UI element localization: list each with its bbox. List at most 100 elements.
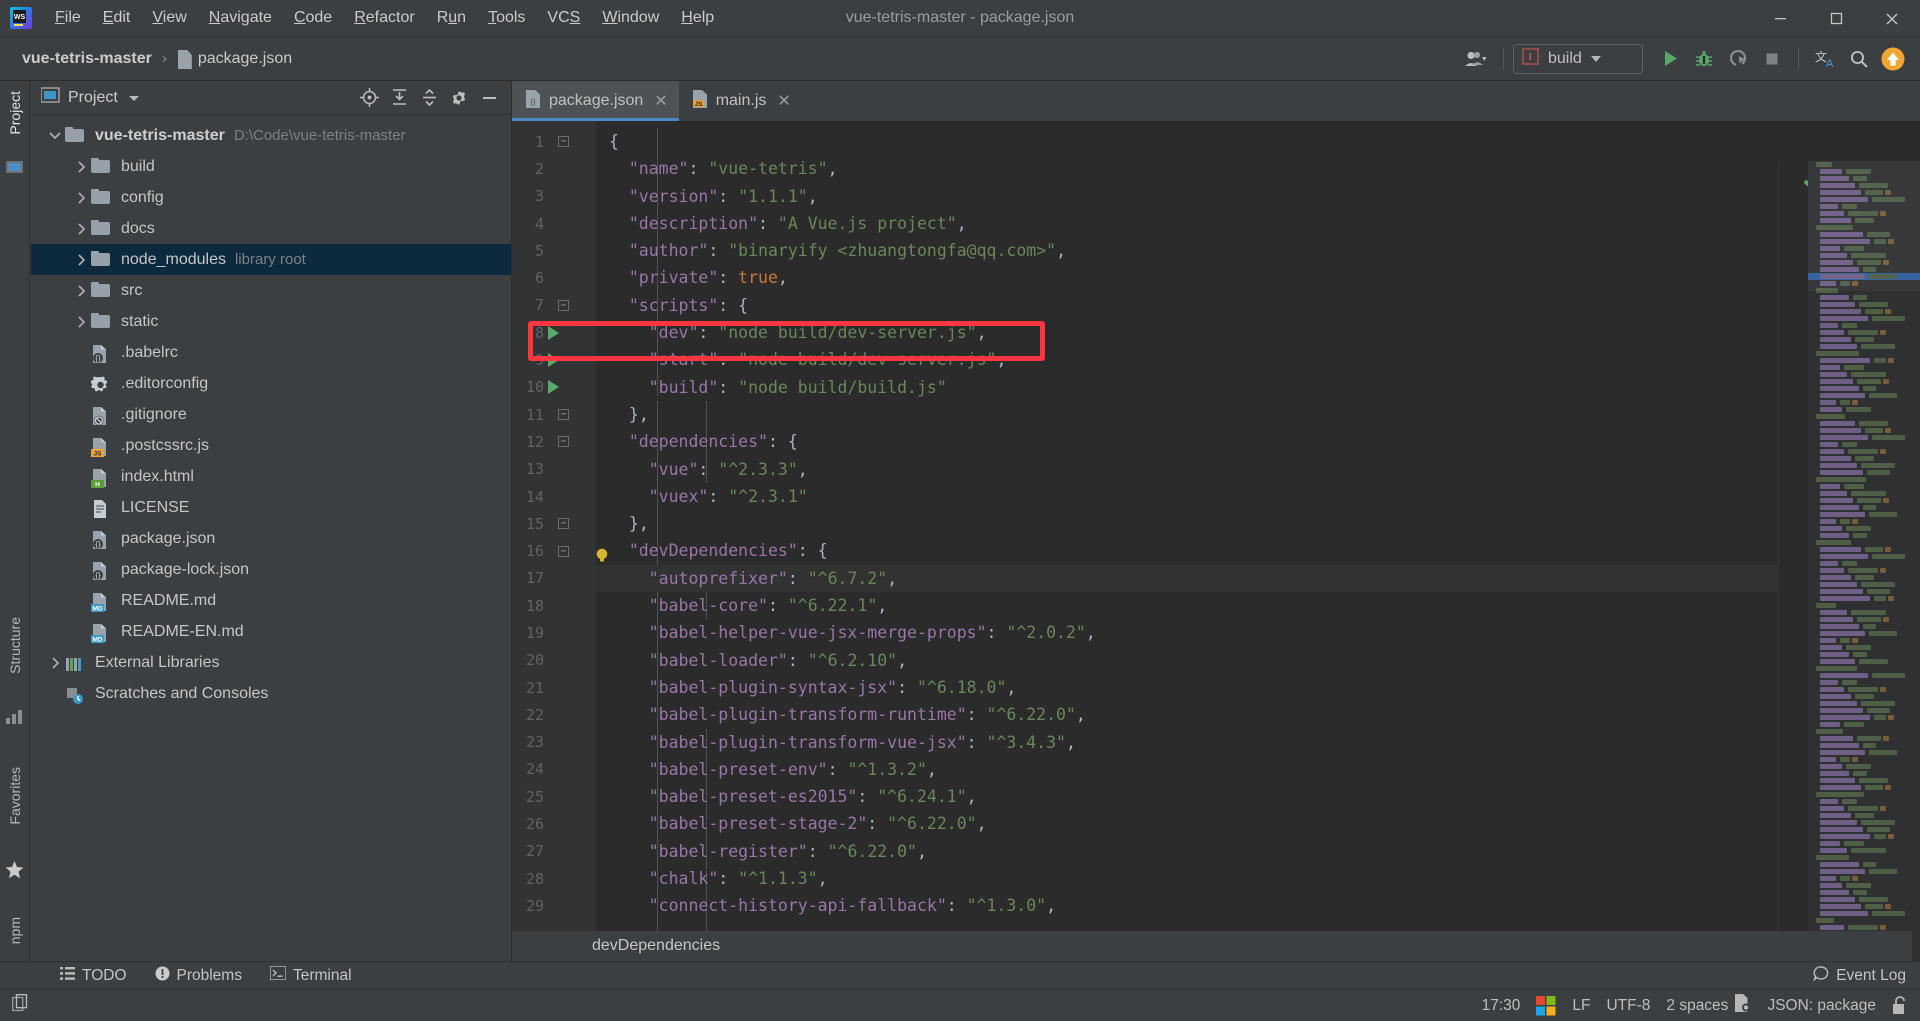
tab-problems[interactable]: Problems xyxy=(141,966,256,986)
code-line[interactable]: "vuex": "^2.3.1" xyxy=(596,483,1920,510)
code-line[interactable]: "babel-register": "^6.22.0", xyxy=(596,838,1920,865)
copy-icon[interactable] xyxy=(12,994,29,1017)
gutter-line[interactable]: 6 xyxy=(512,264,596,291)
code-line[interactable]: "autoprefixer": "^6.7.2", xyxy=(596,564,1920,593)
gutter-line[interactable]: 26 xyxy=(512,810,596,837)
project-tree[interactable]: vue-tetris-master D:\Code\vue-tetris-mast… xyxy=(31,115,511,709)
gutter-line[interactable]: 21 xyxy=(512,674,596,701)
tree-item-vue-tetris-master[interactable]: vue-tetris-master D:\Code\vue-tetris-mast… xyxy=(31,120,511,151)
code-line[interactable]: "scripts": { xyxy=(596,292,1920,319)
maximize-button[interactable] xyxy=(1808,0,1864,37)
code-line[interactable]: "babel-helper-vue-jsx-merge-props": "^2.… xyxy=(596,619,1920,646)
editor-minimap[interactable] xyxy=(1808,161,1920,961)
line-separator-indicator[interactable]: LF xyxy=(1572,997,1590,1015)
gutter-line[interactable]: 13 xyxy=(512,456,596,483)
gutter-line[interactable]: 28 xyxy=(512,865,596,892)
menu-item-file[interactable]: File xyxy=(44,6,92,30)
select-opened-file-button[interactable] xyxy=(355,84,383,112)
schema-selector-indicator[interactable]: JSON: package xyxy=(1767,997,1876,1015)
tree-item-node-modules[interactable]: node_modules library root xyxy=(31,244,511,275)
search-everywhere-button[interactable] xyxy=(1842,42,1876,76)
code-line[interactable]: }, xyxy=(596,401,1920,428)
indent-setting-indicator[interactable]: 2 spaces xyxy=(1666,994,1751,1017)
file-encoding-indicator[interactable]: UTF-8 xyxy=(1606,997,1650,1015)
code-line[interactable]: "dependencies": { xyxy=(596,428,1920,455)
hide-panel-button[interactable] xyxy=(475,84,503,112)
minimize-button[interactable] xyxy=(1752,0,1808,37)
fold-open-icon[interactable]: − xyxy=(558,436,569,448)
tree-item-gitignore[interactable]: .gitignore xyxy=(31,399,511,430)
breadcrumb-item-file[interactable]: {} package.json xyxy=(173,48,296,70)
gutter-line[interactable]: 2 xyxy=(512,155,596,182)
tree-item-scratches-and-consoles[interactable]: Scratches and Consoles xyxy=(31,678,511,709)
sidebar-item-npm[interactable]: npm xyxy=(0,911,30,950)
fold-close-icon[interactable]: − xyxy=(558,518,569,530)
gutter-line[interactable]: 9 xyxy=(512,346,596,373)
chevron-right-icon[interactable] xyxy=(71,160,91,173)
code-line[interactable]: "vue": "^2.3.3", xyxy=(596,456,1920,483)
translate-button[interactable]: 文 A xyxy=(1808,42,1842,76)
code-line[interactable]: "private": true, xyxy=(596,264,1920,291)
chevron-right-icon[interactable] xyxy=(71,253,91,266)
code-line[interactable]: "author": "binaryify <zhuangtongfa@qq.co… xyxy=(596,237,1920,264)
code-line[interactable]: "devDependencies": { xyxy=(596,537,1920,564)
close-icon[interactable]: ✕ xyxy=(777,91,790,111)
chevron-right-icon[interactable] xyxy=(71,222,91,235)
run-with-coverage-button[interactable] xyxy=(1721,42,1755,76)
fold-close-icon[interactable]: − xyxy=(558,409,569,421)
gutter-line[interactable]: 3 xyxy=(512,183,596,210)
tree-item-build[interactable]: build xyxy=(31,151,511,182)
gear-icon[interactable] xyxy=(445,84,473,112)
code-editor[interactable]: 1−2 3 4 5 6 7−8 9 10 11−12−13 14 15−16−17 18 19 20 21 2… xyxy=(512,121,1920,961)
menu-item-vcs[interactable]: VCS xyxy=(536,6,591,30)
gutter-line[interactable]: 10 xyxy=(512,374,596,401)
collapse-all-button[interactable] xyxy=(415,84,443,112)
gutter-line[interactable]: 17 xyxy=(512,565,596,592)
tab-package-json[interactable]: {} package.json ✕ xyxy=(512,81,679,121)
fold-open-icon[interactable]: − xyxy=(558,136,569,148)
gutter-line[interactable]: 15 − xyxy=(512,510,596,537)
tab-terminal[interactable]: Terminal xyxy=(256,965,366,985)
gutter-line[interactable]: 18 xyxy=(512,592,596,619)
breadcrumb-item-project[interactable]: vue-tetris-master xyxy=(18,48,156,70)
code-line[interactable]: "babel-plugin-transform-vue-jsx": "^3.4.… xyxy=(596,729,1920,756)
editor-gutter[interactable]: 1−2 3 4 5 6 7−8 9 10 11−12−13 14 15−16−17 18 19 20 21 2… xyxy=(512,121,596,961)
code-line[interactable]: "chalk": "^1.1.3", xyxy=(596,865,1920,892)
code-line[interactable]: "babel-core": "^6.22.1", xyxy=(596,592,1920,619)
chevron-down-icon[interactable] xyxy=(128,89,140,107)
close-button[interactable] xyxy=(1864,0,1920,37)
menu-item-edit[interactable]: Edit xyxy=(92,6,142,30)
fold-open-icon[interactable]: − xyxy=(558,545,569,557)
menu-item-navigate[interactable]: Navigate xyxy=(198,6,283,30)
chevron-down-icon[interactable] xyxy=(45,131,65,140)
run-script-icon[interactable] xyxy=(548,325,559,340)
sidebar-item-structure[interactable]: Structure xyxy=(0,611,30,680)
gutter-line[interactable]: 16 − xyxy=(512,537,596,564)
expand-all-button[interactable] xyxy=(385,84,413,112)
windows-logo-icon[interactable] xyxy=(1536,995,1556,1016)
tree-item-readme-en-md[interactable]: MD README-EN.md xyxy=(31,616,511,647)
tree-item-babelrc[interactable]: {} .babelrc xyxy=(31,337,511,368)
chevron-right-icon[interactable] xyxy=(71,315,91,328)
menu-item-view[interactable]: View xyxy=(141,6,197,30)
run-button[interactable] xyxy=(1653,42,1687,76)
code-content[interactable]: { "name": "vue-tetris", "version": "1.1.… xyxy=(596,121,1920,961)
code-line[interactable]: "connect-history-api-fallback": "^1.3.0"… xyxy=(596,892,1920,919)
gutter-line[interactable]: 29 xyxy=(512,892,596,919)
menu-item-refactor[interactable]: Refactor xyxy=(343,6,425,30)
tree-item-package-json[interactable]: {} package.json xyxy=(31,523,511,554)
gutter-line[interactable]: 12 − xyxy=(512,428,596,455)
gutter-line[interactable]: 20 xyxy=(512,647,596,674)
code-line[interactable]: "babel-preset-es2015": "^6.24.1", xyxy=(596,783,1920,810)
code-line[interactable]: "start": "node build/dev-server.js", xyxy=(596,346,1920,373)
gutter-line[interactable]: 14 xyxy=(512,483,596,510)
gutter-line[interactable]: 1− xyxy=(512,128,596,155)
code-line[interactable]: "dev": "node build/dev-server.js", xyxy=(596,319,1920,346)
code-line[interactable]: "babel-preset-stage-2": "^6.22.0", xyxy=(596,810,1920,837)
gutter-line[interactable]: 11 − xyxy=(512,401,596,428)
tree-item-config[interactable]: config xyxy=(31,182,511,213)
tree-item-static[interactable]: static xyxy=(31,306,511,337)
tree-item-docs[interactable]: docs xyxy=(31,213,511,244)
gutter-line[interactable]: 4 xyxy=(512,210,596,237)
tree-item-index-html[interactable]: Hindex.html xyxy=(31,461,511,492)
